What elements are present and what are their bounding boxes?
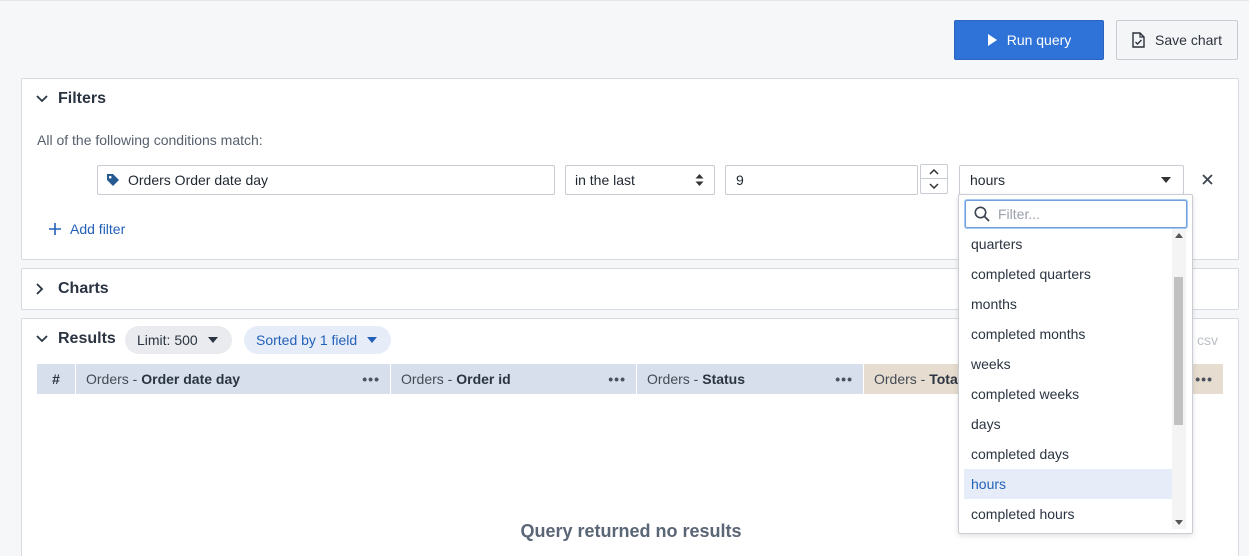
dropdown-scrollbar[interactable] [1172,229,1186,529]
stepper-up-button[interactable] [921,165,947,179]
column-label: Orders - Order id [401,371,511,387]
filters-title: Filters [58,90,107,107]
add-filter-button[interactable]: Add filter [49,221,125,237]
scrollbar-thumb[interactable] [1174,277,1183,425]
column-menu-icon[interactable]: ••• [608,371,626,387]
chevron-down-icon [36,335,50,343]
save-chart-label: Save chart [1155,32,1222,48]
column-prefix: Orders - [86,371,142,387]
remove-filter-button[interactable] [1200,172,1214,186]
dropdown-option[interactable]: completed hours [964,499,1172,529]
filter-field-label: Orders Order date day [128,172,269,188]
filter-unit-select[interactable]: hours [959,165,1184,195]
dropdown-option-selected[interactable]: hours [964,469,1172,499]
filter-operator-label: in the last [575,172,635,188]
close-icon [1201,173,1213,185]
filter-operator-select[interactable]: in the last [565,165,715,195]
save-chart-button[interactable]: Save chart [1116,20,1238,60]
limit-button[interactable]: Limit: 500 [125,326,232,354]
sort-button[interactable]: Sorted by 1 field [244,326,392,354]
column-prefix: Orders - [401,371,457,387]
filter-field-input[interactable]: Orders Order date day [97,165,555,195]
column-prefix: Orders - [647,371,703,387]
limit-label: Limit: 500 [137,332,198,348]
charts-title: Charts [58,280,109,297]
sort-label: Sorted by 1 field [256,332,358,348]
filter-value-text: 9 [736,172,744,188]
filter-unit-label: hours [970,172,1006,188]
column-index-label: # [52,371,60,387]
column-label: Orders - Status [647,371,745,387]
scroll-up-arrow-icon[interactable] [1175,233,1183,238]
tag-icon [107,174,119,186]
column-header-order-date-day[interactable]: Orders - Order date day ••• [76,364,391,394]
search-icon [974,206,990,222]
dropdown-option[interactable]: completed weeks [964,379,1172,409]
column-name: Order id [456,371,511,387]
stepper-down-button[interactable] [921,179,947,193]
chevron-right-icon [36,283,50,295]
dropdown-option[interactable]: weeks [964,349,1172,379]
column-header-order-id[interactable]: Orders - Order id ••• [391,364,637,394]
dropdown-search-input[interactable] [998,206,1178,222]
dropdown-option[interactable]: months [964,289,1172,319]
column-prefix: Orders - [874,371,930,387]
column-menu-icon[interactable]: ••• [1195,371,1213,387]
results-title: Results [58,330,116,347]
chevron-down-icon [36,95,50,103]
dropdown-option[interactable]: days [964,409,1172,439]
column-header-index: # [37,364,76,394]
caret-down-icon [1161,177,1171,183]
conditions-text: All of the following conditions match: [37,132,263,148]
column-name: Tota [929,371,958,387]
caret-down-icon [207,337,218,343]
dropdown-option[interactable]: quarters [964,229,1172,259]
dropdown-option[interactable]: completed days [964,439,1172,469]
sort-arrows-icon [695,174,704,186]
column-header-status[interactable]: Orders - Status ••• [637,364,864,394]
toolbar: Run query Save chart [0,0,1249,78]
csv-label: csv [1197,332,1218,348]
filter-value-stepper[interactable] [920,164,948,194]
filters-header[interactable]: Filters [36,90,106,108]
add-filter-label: Add filter [70,221,126,237]
scroll-down-arrow-icon[interactable] [1175,520,1183,525]
column-name: Order date day [141,371,241,387]
results-header[interactable]: Results [36,330,116,348]
document-check-icon [1132,32,1145,48]
csv-button[interactable]: csv [1189,326,1226,354]
plus-icon [49,223,61,235]
column-menu-icon[interactable]: ••• [362,371,380,387]
play-icon [987,34,997,46]
dropdown-search[interactable] [965,200,1187,228]
run-query-label: Run query [1006,32,1072,48]
dropdown-options: quarters completed quarters months compl… [964,229,1172,529]
dropdown-option[interactable]: completed quarters [964,259,1172,289]
column-menu-icon[interactable]: ••• [835,371,853,387]
caret-down-icon [367,337,378,343]
column-label: Orders - Tota [874,371,958,387]
charts-header[interactable]: Charts [36,280,109,298]
unit-dropdown-menu: quarters completed quarters months compl… [958,194,1193,534]
run-query-button[interactable]: Run query [954,20,1104,60]
chevron-down-icon [929,183,939,189]
column-label: Orders - Order date day [86,371,240,387]
dropdown-option[interactable]: completed months [964,319,1172,349]
filter-value-input[interactable]: 9 [725,165,918,195]
chevron-up-icon [929,168,939,175]
column-name: Status [702,371,746,387]
